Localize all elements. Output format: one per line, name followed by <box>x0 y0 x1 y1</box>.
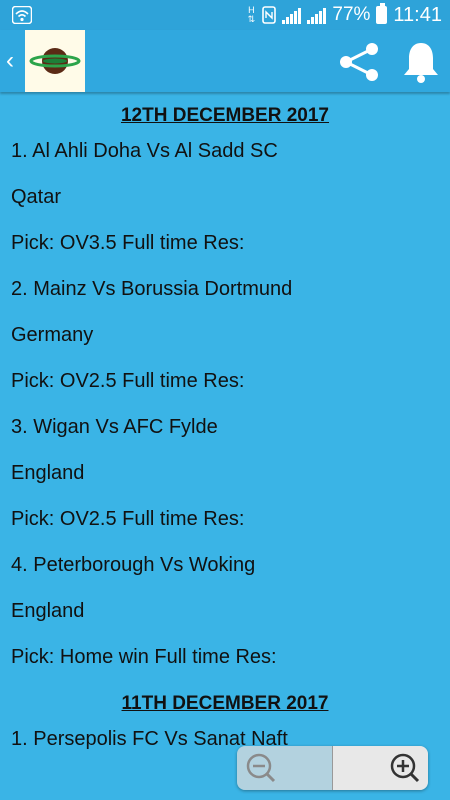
section-12-dec: 12TH DECEMBER 2017 1. Al Ahli Doha Vs Al… <box>0 92 450 680</box>
tip-line: 4. Peterborough Vs Woking <box>11 554 256 576</box>
clock: 11:41 <box>393 3 442 26</box>
tip-line: England <box>11 462 85 484</box>
section-date: 12TH DECEMBER 2017 <box>120 105 330 126</box>
tip-line: Qatar <box>11 186 62 208</box>
wifi-icon <box>12 6 32 24</box>
status-bar: H ⇅ 77% 11:41 <box>0 0 450 30</box>
tip-line: Pick: OV2.5 Full time Res: <box>11 508 245 530</box>
tips-content: 12TH DECEMBER 2017 1. Al Ahli Doha Vs Al… <box>0 92 450 762</box>
signal-icon-2 <box>307 6 327 24</box>
planet-logo-icon[interactable] <box>25 30 85 92</box>
battery-charging-icon <box>376 3 388 24</box>
battery-percent: 77% <box>332 4 371 25</box>
tip-line: 3. Wigan Vs AFC Fylde <box>11 416 218 438</box>
network-type-indicator: H ⇅ <box>247 5 256 24</box>
tip-line: Pick: Home win Full time Res: <box>11 646 277 668</box>
tip-line: Germany <box>11 324 94 346</box>
tip-line: England <box>11 600 85 622</box>
app-bar: ‹ <box>0 30 450 92</box>
bell-icon[interactable] <box>398 39 444 85</box>
section-date: 11TH DECEMBER 2017 <box>121 693 329 714</box>
zoom-out-button[interactable] <box>237 746 332 790</box>
zoom-controls <box>237 746 428 790</box>
nfc-icon <box>262 6 277 24</box>
tip-line: Pick: OV2.5 Full time Res: <box>11 370 245 392</box>
signal-icon <box>282 6 302 24</box>
zoom-in-icon <box>390 753 420 783</box>
chevron-left-icon[interactable]: ‹ <box>6 48 20 74</box>
zoom-out-icon <box>246 753 276 783</box>
share-icon[interactable] <box>336 39 382 85</box>
tip-line: 2. Mainz Vs Borussia Dortmund <box>11 278 293 300</box>
tip-line: Pick: OV3.5 Full time Res: <box>11 232 245 254</box>
tip-line: 1. Al Ahli Doha Vs Al Sadd SC <box>11 140 278 162</box>
zoom-in-button[interactable] <box>332 746 428 790</box>
